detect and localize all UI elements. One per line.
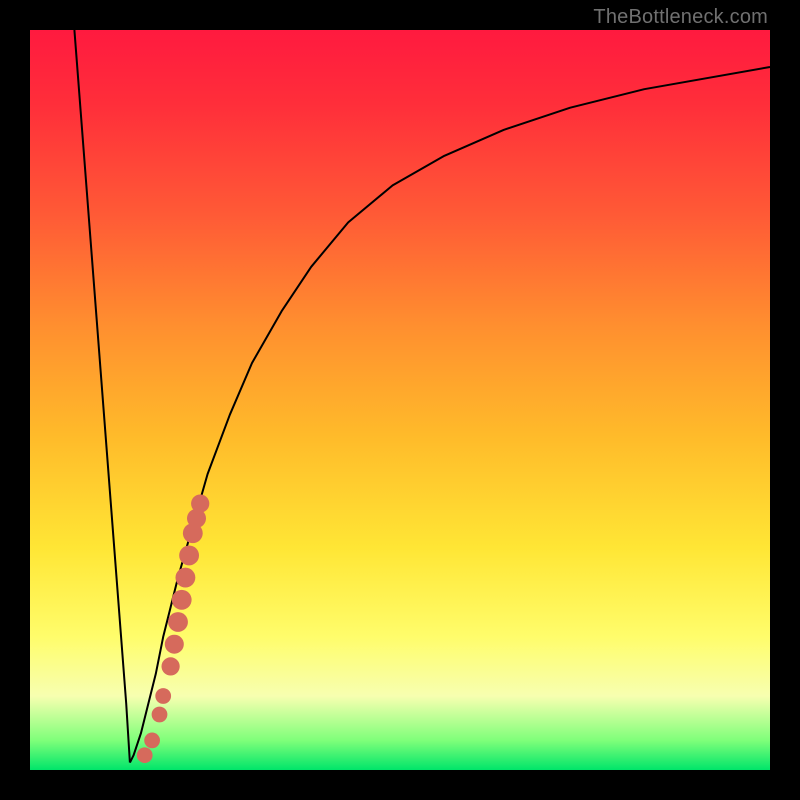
marker-point — [191, 494, 209, 512]
marker-point — [172, 590, 192, 610]
marker-point — [152, 707, 168, 723]
chart-frame: TheBottleneck.com — [0, 0, 800, 800]
watermark-text: TheBottleneck.com — [593, 6, 768, 29]
marker-point — [155, 688, 171, 704]
series-left-branch — [74, 30, 129, 763]
marker-point — [165, 635, 184, 654]
curve-group — [74, 30, 770, 763]
series-right-branch — [130, 67, 770, 763]
plot-area — [30, 30, 770, 770]
marker-point — [161, 657, 179, 675]
marker-point — [179, 545, 199, 565]
marker-point — [168, 612, 188, 632]
marker-point — [144, 733, 160, 749]
curve-svg — [30, 30, 770, 770]
marker-group — [137, 494, 209, 763]
marker-point — [137, 747, 153, 763]
marker-point — [175, 568, 195, 588]
